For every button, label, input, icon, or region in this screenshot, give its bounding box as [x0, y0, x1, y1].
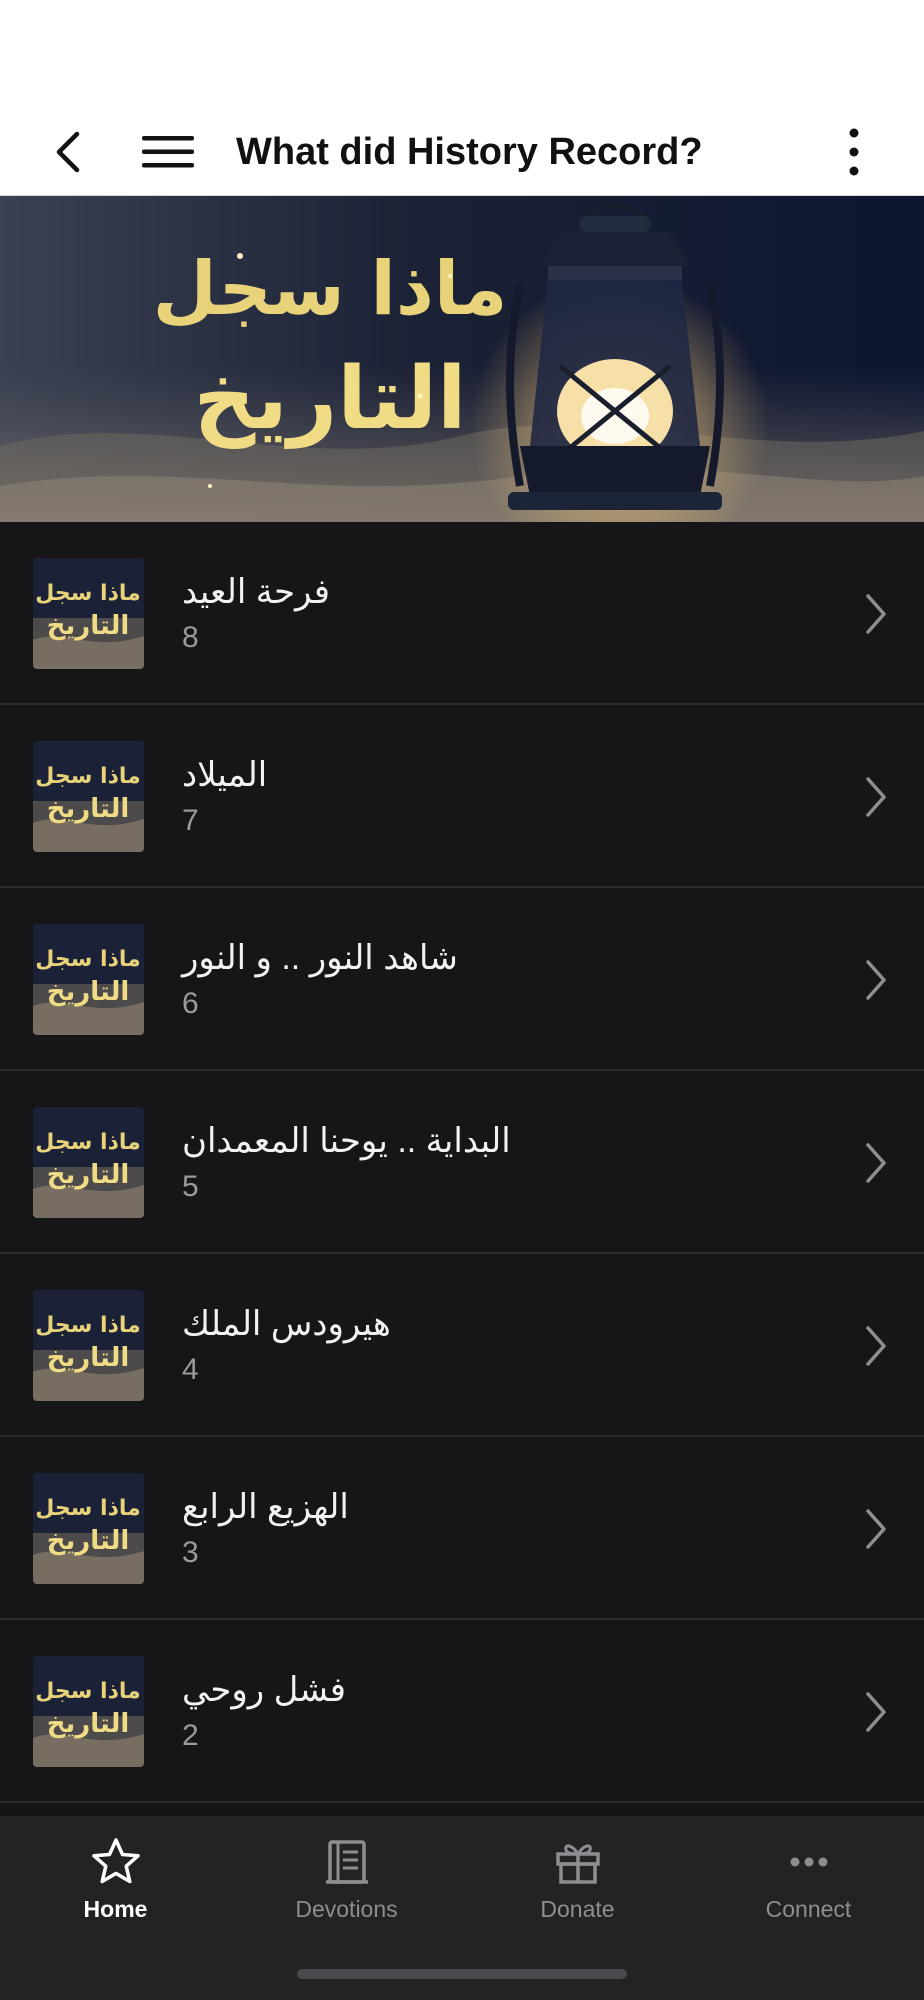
- page-title: What did History Record?: [236, 131, 703, 173]
- episode-thumbnail: ماذا سجل التاريخ: [33, 924, 144, 1035]
- svg-text:التاريخ: التاريخ: [47, 1526, 130, 1556]
- episode-thumbnail: ماذا سجل التاريخ: [33, 558, 144, 669]
- episode-thumbnail: ماذا سجل التاريخ: [33, 1290, 144, 1401]
- chevron-right-icon: [866, 1326, 886, 1366]
- episode-number: 7: [182, 804, 199, 837]
- chevron-right-icon: [866, 777, 886, 817]
- chevron-right-icon: [866, 960, 886, 1000]
- svg-text:التاريخ: التاريخ: [194, 349, 467, 449]
- nav-label: Devotions: [295, 1896, 398, 1922]
- episode-number: 2: [182, 1719, 199, 1752]
- top-app-bar: What did History Record?: [0, 108, 924, 196]
- episode-number: 5: [182, 1170, 199, 1203]
- svg-text:ماذا سجل: ماذا سجل: [35, 947, 141, 972]
- episode-list-item[interactable]: ماذا سجل التاريخ الميلاد 7: [0, 705, 924, 888]
- svg-text:التاريخ: التاريخ: [47, 611, 130, 641]
- status-bar-area: [0, 0, 924, 108]
- svg-text:ماذا سجل: ماذا سجل: [153, 246, 508, 332]
- chevron-right-icon: [866, 1509, 886, 1549]
- episode-list-item[interactable]: ماذا سجل التاريخ فرحة العيد 8: [0, 522, 924, 705]
- chevron-left-icon: [56, 131, 80, 173]
- episode-title: الهزيع الرابع: [182, 1488, 349, 1526]
- book-icon: [326, 1840, 368, 1884]
- episode-number: 8: [182, 621, 199, 654]
- episode-number: 3: [182, 1536, 199, 1569]
- episode-title: شاهد النور .. و النور: [182, 939, 458, 977]
- nav-label: Donate: [540, 1896, 615, 1922]
- episode-title: فشل روحي: [182, 1671, 346, 1709]
- episode-list-item[interactable]: ماذا سجل التاريخ شاهد النور .. و النور 6: [0, 888, 924, 1071]
- hamburger-menu-icon: [142, 136, 194, 168]
- episode-list: ماذا سجل التاريخ فرحة العيد 8 ماذا سجل ال…: [0, 522, 924, 1803]
- series-banner: ماذا سجل التاريخ: [0, 196, 924, 522]
- home-indicator: [297, 1969, 627, 1979]
- app-screen: What did History Record? ماذا سجل التاري…: [0, 0, 924, 2000]
- svg-text:التاريخ: التاريخ: [47, 977, 130, 1007]
- more-vertical-icon: [849, 128, 859, 176]
- episode-list-item[interactable]: ماذا سجل التاريخ البداية .. يوحنا المعمد…: [0, 1071, 924, 1254]
- episode-list-item[interactable]: ماذا سجل التاريخ الهزيع الرابع 3: [0, 1437, 924, 1620]
- svg-text:ماذا سجل: ماذا سجل: [35, 1313, 141, 1338]
- episode-thumbnail: ماذا سجل التاريخ: [33, 1473, 144, 1584]
- episode-thumbnail: ماذا سجل التاريخ: [33, 1107, 144, 1218]
- svg-text:ماذا سجل: ماذا سجل: [35, 1130, 141, 1155]
- nav-label: Home: [83, 1896, 148, 1922]
- gift-icon: [556, 1844, 600, 1884]
- chevron-right-icon: [866, 1692, 886, 1732]
- menu-button[interactable]: [136, 124, 200, 180]
- episode-thumbnail: ماذا سجل التاريخ: [33, 1656, 144, 1767]
- star-icon: [92, 1838, 140, 1884]
- episode-thumbnail: ماذا سجل التاريخ: [33, 741, 144, 852]
- svg-text:التاريخ: التاريخ: [47, 1160, 130, 1190]
- episode-list-item[interactable]: ماذا سجل التاريخ هيرودس الملك 4: [0, 1254, 924, 1437]
- episode-title: الميلاد: [182, 756, 268, 794]
- svg-text:ماذا سجل: ماذا سجل: [35, 1679, 141, 1704]
- episode-list-item[interactable]: ماذا سجل التاريخ فشل روحي 2: [0, 1620, 924, 1803]
- svg-text:ماذا سجل: ماذا سجل: [35, 1496, 141, 1521]
- nav-label: Connect: [765, 1896, 852, 1922]
- episode-number: 4: [182, 1353, 199, 1386]
- chevron-right-icon: [866, 594, 886, 634]
- nav-item-devotions[interactable]: Devotions: [231, 1816, 462, 1946]
- episode-title: البداية .. يوحنا المعمدان: [182, 1122, 511, 1160]
- svg-text:التاريخ: التاريخ: [47, 1709, 130, 1739]
- svg-text:ماذا سجل: ماذا سجل: [35, 764, 141, 789]
- back-button[interactable]: [40, 124, 96, 180]
- svg-text:التاريخ: التاريخ: [47, 1343, 130, 1373]
- episode-title: فرحة العيد: [182, 573, 331, 611]
- episode-number: 6: [182, 987, 199, 1020]
- more-options-button[interactable]: [830, 124, 878, 180]
- nav-item-home[interactable]: Home: [0, 1816, 231, 1946]
- episode-title: هيرودس الملك: [182, 1305, 391, 1343]
- svg-text:التاريخ: التاريخ: [47, 794, 130, 824]
- nav-item-donate[interactable]: Donate: [462, 1816, 693, 1946]
- svg-text:ماذا سجل: ماذا سجل: [35, 581, 141, 606]
- more-horizontal-icon: [790, 1857, 828, 1867]
- nav-item-connect[interactable]: Connect: [693, 1816, 924, 1946]
- chevron-right-icon: [866, 1143, 886, 1183]
